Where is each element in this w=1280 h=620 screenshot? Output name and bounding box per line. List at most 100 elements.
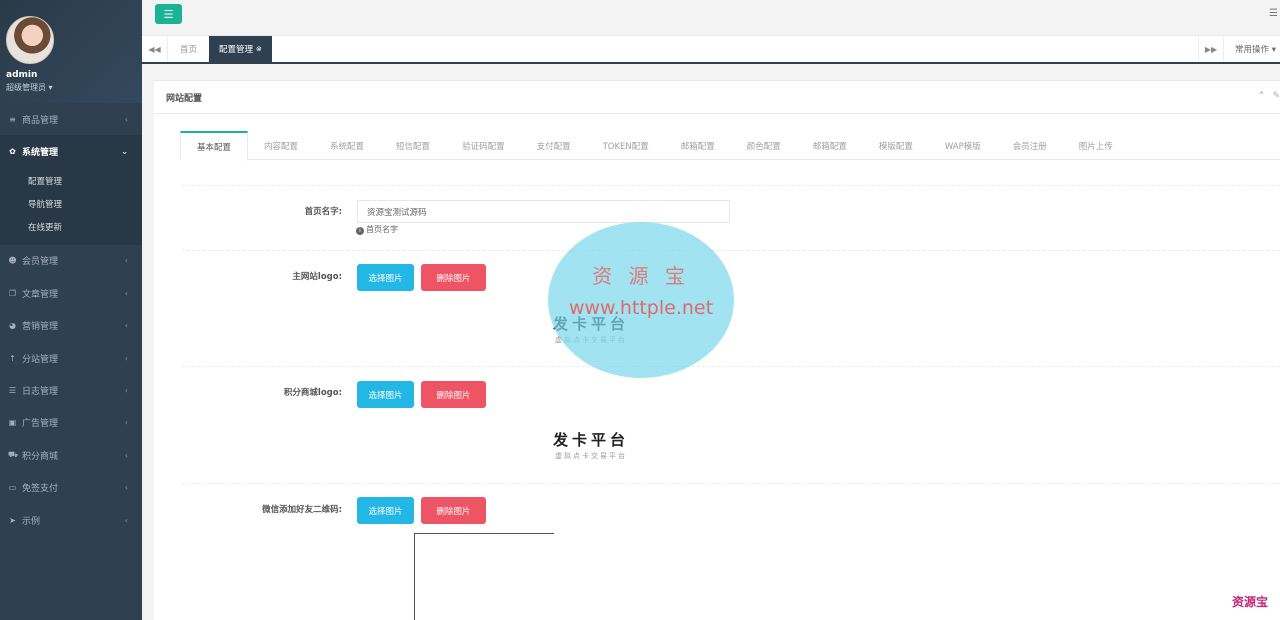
tabs-scroll-left-button[interactable]: ◀◀ — [142, 36, 168, 62]
menu-icon: ≡ — [9, 114, 16, 124]
sidebar-item-payment[interactable]: ▭ 免签支付 ‹ — [0, 472, 142, 504]
sidebar-item-label: 示例 — [22, 516, 41, 527]
home-name-input[interactable]: 资源宝测试源码 — [357, 200, 730, 223]
profile-block: admin 超级管理员 ▾ — [0, 0, 142, 103]
sidebar-item-members[interactable]: ☻ 会员管理 ‹ — [0, 245, 142, 277]
collapse-icon[interactable]: ⌃ — [1258, 91, 1266, 101]
system-submenu: 配置管理 导航管理 在线更新 — [0, 167, 142, 245]
chevron-left-icon: ‹ — [124, 515, 128, 525]
chevron-left-icon: ‹ — [124, 256, 128, 266]
copy-icon: ❐ — [8, 288, 17, 298]
watermark-badge: 资 源 宝 www.httple.net — [548, 222, 734, 378]
wechat-qr-label: 微信添加好友二维码: — [262, 505, 342, 515]
cart-icon: ⛟ — [8, 450, 19, 460]
tab-wap-template[interactable]: WAP模版 — [929, 131, 997, 160]
sidebar-item-label: 商品管理 — [22, 115, 59, 126]
logo-subtext: 虚拟点卡交易平台 — [555, 452, 627, 460]
home-name-help: i 首页名字 — [356, 224, 398, 235]
panel-tools: ⌃ ✎ — [1254, 91, 1280, 101]
main-logo-choose-button[interactable]: 选择图片 — [357, 264, 414, 291]
watermark-url: www.httple.net — [568, 296, 714, 319]
tab-payment-config[interactable]: 支付配置 — [521, 131, 587, 160]
tab-template-config[interactable]: 模版配置 — [863, 131, 929, 160]
panel-header: 网站配置 ⌃ ✎ — [154, 81, 1280, 114]
sidebar-menu: ≡ 商品管理 ‹ ✿ 系统管理 ⌄ 配置管理 导航管理 在线更新 ☻ 会员管理 … — [0, 103, 142, 536]
help-text: 首页名字 — [366, 225, 398, 234]
right-menu-icon[interactable]: ☰ — [1269, 8, 1278, 19]
tabs-scroll-right-button[interactable]: ▶▶ — [1198, 36, 1224, 62]
sidebar-item-system[interactable]: ✿ 系统管理 ⌄ — [0, 135, 142, 168]
hamburger-icon: ☰ — [163, 7, 174, 21]
sidebar-item-goods[interactable]: ≡ 商品管理 ‹ — [0, 103, 142, 135]
divider — [182, 185, 1280, 186]
tab-token-config[interactable]: TOKEN配置 — [587, 131, 665, 160]
points-logo-choose-button[interactable]: 选择图片 — [357, 381, 414, 408]
tab-config-manage[interactable]: 配置管理 ⊗ — [209, 36, 272, 62]
gear-icon: ✿ — [9, 147, 16, 157]
card-icon: ▭ — [8, 483, 17, 493]
tab-system-config[interactable]: 系统配置 — [314, 131, 380, 160]
tab-email-config[interactable]: 邮箱配置 — [665, 131, 731, 160]
logo-text: 发卡平台 — [552, 431, 629, 449]
sidebar-item-label: 系统管理 — [22, 148, 59, 159]
close-tab-icon[interactable]: ⊗ — [256, 45, 262, 53]
chevron-left-icon: ‹ — [124, 321, 128, 331]
sidebar-item-label: 分站管理 — [22, 354, 59, 365]
tab-image-upload[interactable]: 图片上传 — [1063, 131, 1129, 160]
submenu-item-nav[interactable]: 导航管理 — [0, 193, 142, 216]
points-logo-delete-button[interactable]: 删除图片 — [421, 381, 486, 408]
wechat-qr-choose-button[interactable]: 选择图片 — [357, 497, 414, 524]
sidebar-item-substations[interactable]: ↑ 分站管理 ‹ — [0, 342, 142, 374]
divider — [182, 483, 1280, 484]
top-navbar: ☰ ☰ — [142, 0, 1280, 36]
arrow-up-icon: ↑ — [9, 353, 16, 363]
wechat-qr-delete-button[interactable]: 删除图片 — [421, 497, 486, 524]
common-operations-dropdown[interactable]: 常用操作 ▾ — [1235, 36, 1276, 62]
sidebar-item-label: 文章管理 — [22, 289, 59, 300]
chevron-left-icon: ‹ — [124, 114, 128, 124]
tab-captcha-config[interactable]: 验证码配置 — [446, 131, 521, 160]
corner-watermark: 资源宝 — [1231, 595, 1268, 609]
avatar[interactable] — [6, 16, 54, 64]
submenu-item-update[interactable]: 在线更新 — [0, 216, 142, 239]
sidebar-item-articles[interactable]: ❐ 文章管理 ‹ — [0, 277, 142, 309]
user-role-dropdown[interactable]: 超级管理员 ▾ — [6, 82, 136, 93]
user-name: admin — [6, 70, 38, 80]
home-name-label: 首页名字: — [304, 207, 342, 217]
sidebar-item-label: 广告管理 — [22, 419, 59, 430]
sidebar-item-label: 积分商城 — [22, 451, 59, 462]
tab-mail-config-2[interactable]: 邮箱配置 — [797, 131, 863, 160]
sidebar-item-logs[interactable]: ☰ 日志管理 ‹ — [0, 374, 142, 406]
menu-toggle-button[interactable]: ☰ — [155, 4, 182, 24]
tab-color-config[interactable]: 颜色配置 — [731, 131, 797, 160]
config-tabs: 基本配置 内容配置 系统配置 短信配置 验证码配置 支付配置 TOKEN配置 邮… — [180, 131, 1280, 161]
main-logo-delete-button[interactable]: 删除图片 — [421, 264, 486, 291]
users-icon: ☻ — [8, 256, 17, 266]
sidebar-item-label: 免签支付 — [22, 484, 59, 495]
tab-home[interactable]: 首页 — [170, 36, 207, 62]
tab-member-register[interactable]: 会员注册 — [997, 131, 1063, 160]
chevron-left-icon: ‹ — [124, 418, 128, 428]
chevron-left-icon: ‹ — [124, 483, 128, 493]
wechat-qr-preview — [414, 533, 554, 620]
send-icon: ➤ — [9, 515, 16, 525]
config-panel: 网站配置 ⌃ ✎ 基本配置 内容配置 系统配置 短信配置 验证码配置 支付配置 … — [154, 80, 1280, 620]
wrench-icon[interactable]: ✎ — [1272, 91, 1280, 101]
submenu-item-config[interactable]: 配置管理 — [0, 170, 142, 193]
sidebar-item-marketing[interactable]: ◕ 营销管理 ‹ — [0, 310, 142, 342]
points-logo-label: 积分商城logo: — [283, 388, 342, 398]
tab-content-config[interactable]: 内容配置 — [248, 131, 314, 160]
chevron-left-icon: ‹ — [124, 386, 128, 396]
sidebar-item-label: 会员管理 — [22, 257, 59, 268]
divider — [182, 366, 1280, 367]
info-icon: i — [356, 227, 364, 235]
sidebar-item-example[interactable]: ➤ 示例 ‹ — [0, 504, 142, 536]
tab-label: 首页 — [180, 45, 198, 55]
tab-basic-config[interactable]: 基本配置 — [180, 131, 249, 161]
tab-sms-config[interactable]: 短信配置 — [380, 131, 446, 160]
page-tabs-bar: ◀◀ 首页 配置管理 ⊗ ▶▶ 常用操作 ▾ — [142, 36, 1280, 64]
sidebar-item-points-mall[interactable]: ⛟ 积分商城 ‹ — [0, 439, 142, 471]
watermark-name: 资 源 宝 — [592, 263, 690, 288]
sidebar-item-ads[interactable]: ▣ 广告管理 ‹ — [0, 407, 142, 439]
forward-icon: ▶▶ — [1204, 44, 1218, 54]
